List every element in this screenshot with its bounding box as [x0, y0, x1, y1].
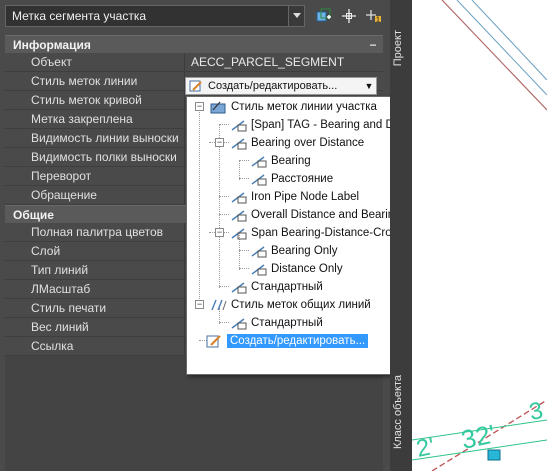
line-label-style-icon [229, 225, 249, 241]
tree-node[interactable]: Стиль меток линии участка [209, 98, 377, 116]
style-folder-icon [209, 99, 229, 115]
property-label: Видимость полки выноски [5, 148, 185, 166]
tree-node-label: Span Bearing-Distance-Crows Feet [251, 227, 405, 239]
tree-node[interactable]: Bearing over Distance [229, 134, 364, 152]
tree-node[interactable]: Distance Only [249, 260, 343, 278]
property-label: Слой [5, 242, 185, 260]
line-label-style-icon [249, 171, 269, 187]
property-label: Вес линий [5, 318, 185, 336]
collapse-toggle[interactable]: − [215, 138, 224, 147]
property-label: Тип линий [5, 261, 185, 279]
property-label: Стиль печати [5, 299, 185, 317]
create-edit-option[interactable]: Создать/редактировать... [205, 332, 369, 350]
property-label: Стиль меток линии [5, 72, 185, 90]
line-style-value: Создать/редактировать... [208, 80, 338, 92]
tree-node[interactable]: Bearing [249, 152, 311, 170]
tree-node[interactable]: Стиль меток общих линий [209, 296, 371, 314]
drawing-graphics: 32' 2' 3 [412, 0, 547, 471]
pencil-style-icon [188, 79, 204, 93]
line-label-style-icon [249, 261, 269, 277]
collapse-icon[interactable]: − [363, 38, 383, 52]
line-label-style-icon [229, 315, 249, 331]
toggle-pickadd-icon[interactable]: 1 [364, 5, 384, 27]
property-label: Метка закреплена [5, 110, 185, 128]
general-line-style-icon [209, 297, 229, 313]
object-type-value: Метка сегмента участка [12, 9, 147, 23]
tree-node[interactable]: Overall Distance and Bearing [229, 206, 401, 224]
line-label-style-icon [249, 153, 269, 169]
tree-node[interactable]: Стандартный [229, 278, 323, 296]
tree-node-label: Bearing Only [271, 245, 338, 257]
property-label: Объект [5, 53, 185, 71]
collapse-toggle[interactable]: − [195, 300, 204, 309]
tree-node-label: Стандартный [251, 281, 323, 293]
tab-project[interactable]: Проект [392, 30, 404, 66]
tree-node-label: Стандартный [251, 317, 323, 329]
tree-node[interactable]: Bearing Only [249, 242, 337, 260]
property-label: Обращение [5, 186, 185, 204]
tree-node-label: Distance Only [271, 263, 343, 275]
property-value: AECC_PARCEL_SEGMENT [185, 53, 383, 71]
tree-node-label: Bearing over Distance [251, 137, 365, 149]
property-label: Видимость линии выноски [5, 129, 185, 147]
line-label-style-icon [249, 243, 269, 259]
chevron-down-icon[interactable]: ▼ [362, 81, 376, 91]
collapse-toggle[interactable]: − [215, 228, 224, 237]
tree-node-label: Bearing [271, 155, 311, 167]
tree-node-label: Overall Distance and Bearing [251, 209, 401, 221]
tree-node-label: Расстояние [271, 173, 334, 185]
bearing-label: 3 [527, 397, 546, 426]
line-label-style-icon [229, 117, 249, 133]
pick-object-icon[interactable] [339, 5, 359, 27]
tree-node[interactable]: Расстояние [249, 170, 333, 188]
line-label-style-icon [229, 189, 249, 205]
drawing-canvas[interactable]: 32' 2' 3 [412, 0, 547, 471]
property-row[interactable]: Объект AECC_PARCEL_SEGMENT [5, 53, 383, 72]
quick-select-icon[interactable] [314, 5, 334, 27]
tab-object-class[interactable]: Класс объекта [392, 375, 404, 449]
section-info-header[interactable]: Информация − [5, 35, 383, 53]
tree-node-label: [Span] TAG - Bearing and Distance with C… [251, 119, 404, 131]
property-label: Ссылка [5, 337, 185, 355]
tree-node-label: Создать/редактировать... [227, 334, 369, 348]
object-type-combo[interactable]: Метка сегмента участка [5, 5, 305, 27]
bearing-label: 32' [458, 419, 497, 455]
tree-node[interactable]: [Span] TAG - Bearing and Distance with C… [229, 116, 404, 134]
pencil-edit-icon [205, 333, 225, 349]
property-label: ЛМасштаб [5, 280, 185, 298]
property-label: Стиль меток кривой [5, 91, 185, 109]
style-tree-dropdown[interactable]: − − − − Стиль меток линии участка [Span]… [186, 96, 405, 375]
chevron-down-icon[interactable] [288, 6, 304, 26]
line-style-combo[interactable]: Создать/редактировать... ▼ [185, 77, 377, 95]
line-label-style-icon [229, 135, 249, 151]
collapse-toggle[interactable]: − [195, 102, 204, 111]
svg-text:1: 1 [376, 17, 380, 24]
tree-node-label: Стиль меток линии участка [231, 101, 377, 113]
tree-node[interactable]: Стандартный [229, 314, 323, 332]
line-label-style-icon [229, 279, 249, 295]
property-label: Полная палитра цветов [5, 223, 185, 241]
section-title: Информация [13, 37, 91, 52]
line-label-style-icon [229, 207, 249, 223]
tree-node[interactable]: Span Bearing-Distance-Crows Feet [229, 224, 405, 242]
tree-node-label: Iron Pipe Node Label [251, 191, 360, 203]
tree-node-label: Стиль меток общих линий [231, 299, 371, 311]
property-label: Переворот [5, 167, 185, 185]
tree-node[interactable]: Iron Pipe Node Label [229, 188, 359, 206]
